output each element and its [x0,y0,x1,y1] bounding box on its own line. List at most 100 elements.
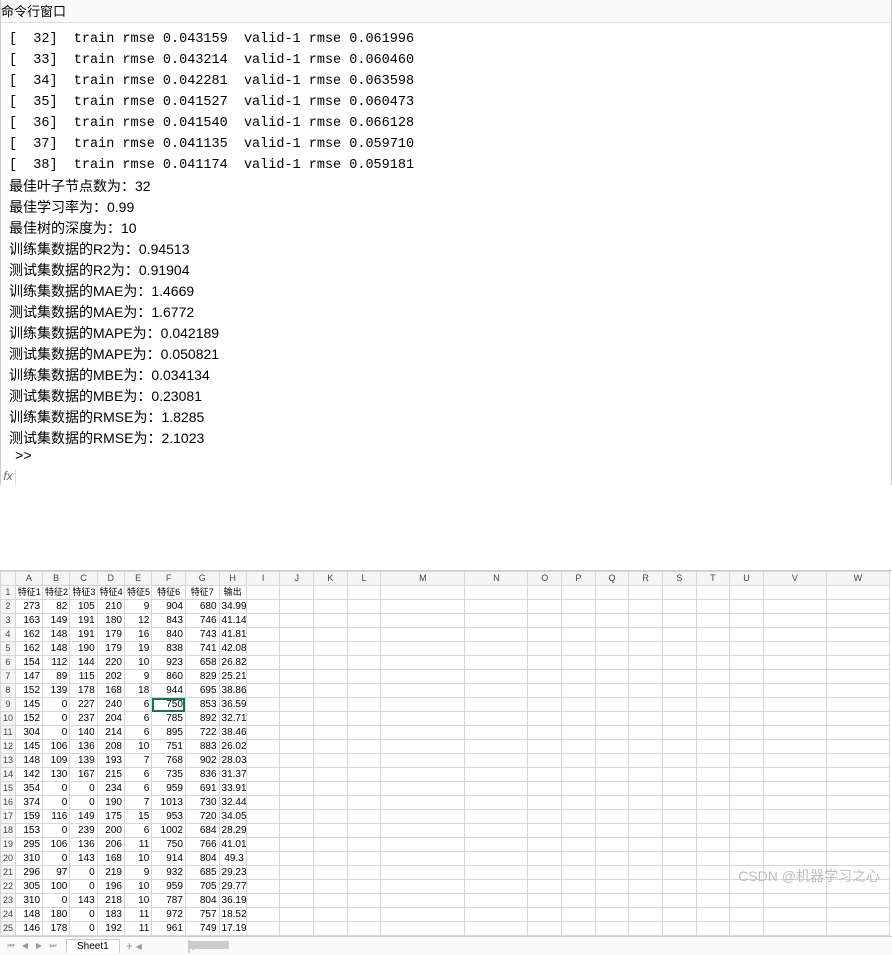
cell[interactable] [629,670,663,684]
cell[interactable] [595,768,629,782]
cell[interactable]: 240 [97,698,124,712]
cell[interactable] [280,880,314,894]
cell[interactable]: 82 [43,600,70,614]
cell[interactable] [763,880,826,894]
cell[interactable] [662,866,696,880]
cell[interactable] [763,894,826,908]
cell[interactable]: 175 [97,810,124,824]
cell[interactable] [280,838,314,852]
cell[interactable] [381,712,465,726]
cell[interactable] [662,852,696,866]
row-number[interactable]: 23 [1,894,16,908]
cell[interactable] [696,698,730,712]
cell[interactable] [528,880,562,894]
cell[interactable] [595,656,629,670]
cell[interactable] [246,712,280,726]
cell[interactable]: 0 [43,852,70,866]
cell[interactable] [528,810,562,824]
cell[interactable]: 0 [43,894,70,908]
cell[interactable] [280,698,314,712]
cell[interactable]: 89 [43,670,70,684]
row-number[interactable]: 16 [1,796,16,810]
cell[interactable]: 105 [70,600,97,614]
cell[interactable]: 743 [185,628,219,642]
cell[interactable] [528,796,562,810]
column-header[interactable]: T [696,572,730,586]
cell[interactable]: 49.3 [219,852,246,866]
cell[interactable] [381,852,465,866]
cell[interactable] [662,698,696,712]
cell[interactable] [826,908,889,922]
cell[interactable] [280,614,314,628]
cell[interactable] [528,684,562,698]
cell[interactable] [629,628,663,642]
cell[interactable] [662,642,696,656]
cell[interactable]: 0 [43,712,70,726]
cell[interactable] [662,712,696,726]
cell[interactable] [730,614,764,628]
cell[interactable]: 26.02 [219,740,246,754]
cell[interactable] [314,894,348,908]
cell[interactable] [280,908,314,922]
cell[interactable]: 953 [152,810,186,824]
cell[interactable] [629,908,663,922]
cell[interactable] [381,894,465,908]
cell[interactable] [528,726,562,740]
cell[interactable] [465,838,528,852]
cell[interactable]: 106 [43,740,70,754]
cell[interactable] [314,754,348,768]
row-number[interactable]: 17 [1,810,16,824]
cell[interactable] [662,740,696,754]
cell[interactable]: 159 [15,810,42,824]
column-header[interactable]: D [97,572,124,586]
cell[interactable] [465,642,528,656]
cell[interactable] [347,852,381,866]
cell[interactable] [347,614,381,628]
cell[interactable] [314,698,348,712]
cell[interactable] [595,754,629,768]
cell[interactable]: 804 [185,852,219,866]
cell[interactable]: 680 [185,600,219,614]
cell[interactable]: 6 [124,768,151,782]
cell[interactable] [381,796,465,810]
cell[interactable] [730,726,764,740]
cell[interactable] [280,810,314,824]
cell[interactable] [826,740,889,754]
cell[interactable] [347,712,381,726]
cell[interactable]: 735 [152,768,186,782]
cell[interactable] [629,866,663,880]
cell[interactable] [763,782,826,796]
cell[interactable]: 843 [152,614,186,628]
cell[interactable]: 145 [15,698,42,712]
cell[interactable] [763,824,826,838]
cell[interactable] [763,684,826,698]
cell[interactable]: 输出 [219,586,246,600]
cell[interactable]: 304 [15,726,42,740]
cell[interactable] [381,698,465,712]
cell[interactable]: 219 [97,866,124,880]
cell[interactable]: 148 [43,628,70,642]
cell[interactable] [763,656,826,670]
cell[interactable] [662,894,696,908]
cell[interactable] [730,922,764,936]
cell[interactable] [246,684,280,698]
cell[interactable] [314,726,348,740]
cell[interactable] [314,656,348,670]
cell[interactable] [826,894,889,908]
cell[interactable] [246,628,280,642]
cell[interactable] [314,908,348,922]
cell[interactable]: 1002 [152,824,186,838]
cell[interactable] [246,782,280,796]
cell[interactable] [347,838,381,852]
cell[interactable] [314,796,348,810]
cell[interactable]: 36.19 [219,894,246,908]
cell[interactable]: 11 [124,908,151,922]
column-header[interactable]: M [381,572,465,586]
cell[interactable] [595,670,629,684]
cell[interactable]: 0 [43,726,70,740]
cell[interactable] [629,600,663,614]
cell[interactable] [595,628,629,642]
cell[interactable] [662,656,696,670]
cell[interactable] [465,698,528,712]
cell[interactable]: 106 [43,838,70,852]
